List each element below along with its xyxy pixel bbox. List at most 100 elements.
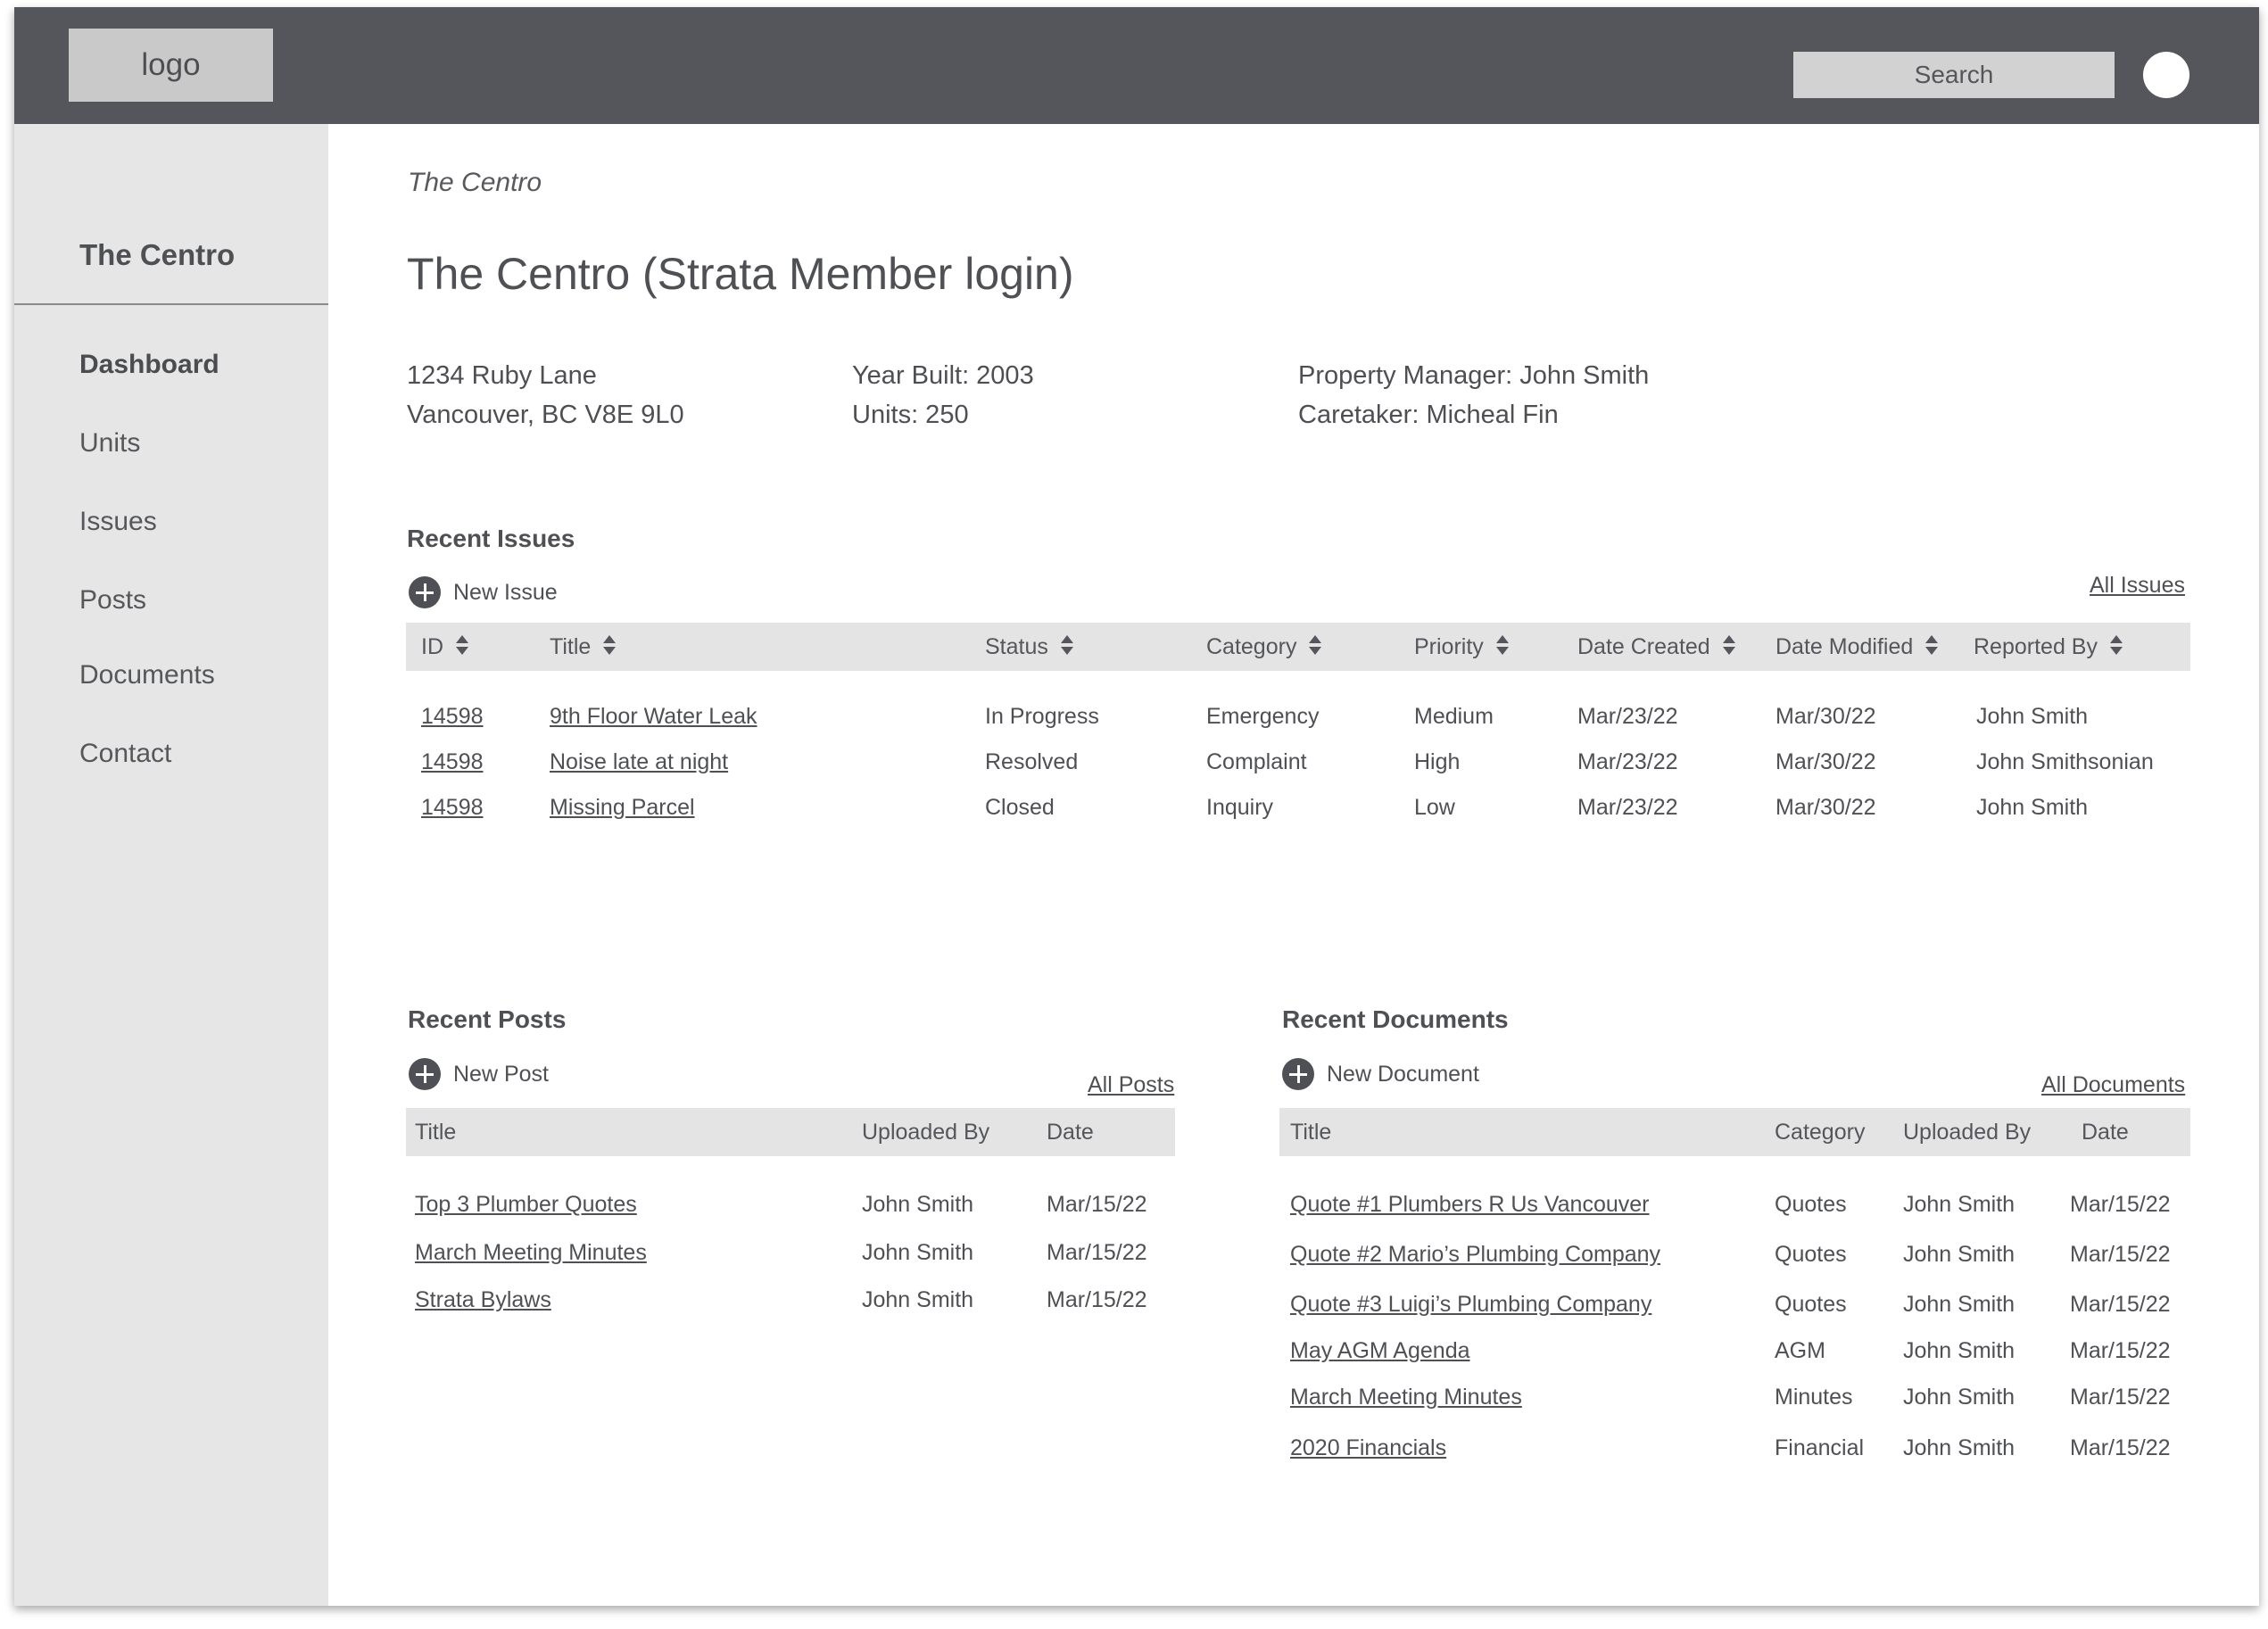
- post-cell-date: Mar/15/22: [1047, 1192, 1147, 1217]
- all-posts-link[interactable]: All Posts: [1088, 1072, 1174, 1098]
- document-cell-date: Mar/15/22: [2070, 1192, 2171, 1217]
- issues-col-date-modified[interactable]: Date Modified: [1775, 623, 1939, 671]
- sidebar-divider: [14, 303, 328, 305]
- issue-cell-reported-by: John Smithsonian: [1976, 749, 2154, 774]
- post-cell-title[interactable]: Strata Bylaws: [415, 1287, 551, 1313]
- document-cell-category: AGM: [1775, 1338, 1825, 1363]
- issue-cell-title[interactable]: Noise late at night: [550, 749, 728, 775]
- sidebar-item-dashboard[interactable]: Dashboard: [79, 350, 219, 380]
- property-stats: Year Built: 2003 Units: 250: [852, 356, 1034, 434]
- document-cell-uploaded-by: John Smith: [1903, 1192, 2016, 1217]
- caretaker: Caretaker: Micheal Fin: [1298, 401, 1559, 429]
- issue-cell-title[interactable]: 9th Floor Water Leak: [550, 704, 757, 730]
- avatar[interactable]: [2143, 52, 2189, 98]
- all-issues-link[interactable]: All Issues: [2090, 573, 2185, 599]
- document-cell-category: Quotes: [1775, 1192, 1847, 1217]
- document-cell-date: Mar/15/22: [2070, 1385, 2171, 1410]
- post-cell-date: Mar/15/22: [1047, 1287, 1147, 1312]
- issue-cell-date-modified: Mar/30/22: [1775, 749, 1876, 774]
- issues-col-date-created[interactable]: Date Created: [1577, 623, 1735, 671]
- top-bar: logo Search: [14, 7, 2259, 124]
- post-cell-title[interactable]: March Meeting Minutes: [415, 1240, 647, 1266]
- document-cell-uploaded-by: John Smith: [1903, 1242, 2016, 1267]
- new-document-button[interactable]: New Document: [1282, 1058, 1479, 1090]
- document-cell-title[interactable]: Quote #2 Mario’s Plumbing Company: [1290, 1242, 1660, 1268]
- issue-cell-id[interactable]: 14598: [421, 749, 484, 775]
- sidebar-item-units[interactable]: Units: [79, 428, 140, 459]
- issues-col-id[interactable]: ID: [421, 623, 468, 671]
- issue-cell-id[interactable]: 14598: [421, 704, 484, 730]
- issues-table-header: ID Title Status Category Priority Date C…: [406, 623, 2190, 671]
- sidebar-title: The Centro: [79, 238, 236, 271]
- new-post-button[interactable]: New Post: [409, 1058, 549, 1090]
- sort-icon: [1722, 635, 1735, 657]
- issue-cell-date-modified: Mar/30/22: [1775, 795, 1876, 820]
- document-cell-uploaded-by: John Smith: [1903, 1338, 2016, 1363]
- document-cell-date: Mar/15/22: [2070, 1435, 2171, 1460]
- issue-cell-reported-by: John Smith: [1976, 704, 2089, 729]
- issues-col-reported-by[interactable]: Reported By: [1974, 623, 2123, 671]
- issue-cell-category: Emergency: [1206, 704, 1320, 729]
- document-cell-date: Mar/15/22: [2070, 1292, 2171, 1317]
- issue-cell-category: Inquiry: [1206, 795, 1274, 820]
- document-cell-date: Mar/15/22: [2070, 1242, 2171, 1267]
- sort-icon: [603, 635, 617, 657]
- issue-cell-status: Resolved: [985, 749, 1079, 774]
- sort-icon: [2109, 635, 2123, 657]
- issue-cell-date-created: Mar/23/22: [1577, 749, 1678, 774]
- recent-documents-title: Recent Documents: [1282, 1005, 1509, 1033]
- issues-col-title[interactable]: Title: [550, 623, 617, 671]
- issue-cell-id[interactable]: 14598: [421, 795, 484, 821]
- plus-circle-icon: [1282, 1058, 1314, 1090]
- document-cell-uploaded-by: John Smith: [1903, 1435, 2016, 1460]
- document-cell-title[interactable]: 2020 Financials: [1290, 1435, 1446, 1461]
- property-manager: Property Manager: John Smith: [1298, 361, 1650, 390]
- sidebar-item-documents[interactable]: Documents: [79, 660, 215, 690]
- documents-col-title: Title: [1290, 1120, 1332, 1145]
- post-cell-uploaded-by: John Smith: [862, 1287, 974, 1312]
- documents-col-category: Category: [1775, 1120, 1866, 1145]
- posts-col-date: Date: [1047, 1120, 1094, 1145]
- document-cell-title[interactable]: May AGM Agenda: [1290, 1338, 1470, 1364]
- document-cell-title[interactable]: Quote #1 Plumbers R Us Vancouver: [1290, 1192, 1650, 1218]
- issue-cell-category: Complaint: [1206, 749, 1307, 774]
- posts-col-uploaded-by: Uploaded By: [862, 1120, 990, 1145]
- plus-circle-icon: [409, 1058, 441, 1090]
- issue-cell-date-created: Mar/23/22: [1577, 795, 1678, 820]
- page-title: The Centro (Strata Member login): [407, 249, 1074, 299]
- property-staff: Property Manager: John Smith Caretaker: …: [1298, 356, 1649, 434]
- breadcrumb[interactable]: The Centro: [408, 168, 542, 198]
- sidebar-item-issues[interactable]: Issues: [79, 507, 157, 537]
- plus-circle-icon: [409, 576, 441, 608]
- sidebar-item-contact[interactable]: Contact: [79, 739, 171, 769]
- unit-count: Units: 250: [852, 401, 969, 429]
- all-documents-link[interactable]: All Documents: [2041, 1072, 2185, 1098]
- new-post-label: New Post: [453, 1061, 549, 1087]
- issue-cell-title[interactable]: Missing Parcel: [550, 795, 695, 821]
- posts-col-title: Title: [415, 1120, 457, 1145]
- document-cell-title[interactable]: Quote #3 Luigi’s Plumbing Company: [1290, 1292, 1651, 1318]
- address-line-2: Vancouver, BC V8E 9L0: [407, 401, 684, 429]
- search-input[interactable]: Search: [1793, 52, 2115, 98]
- new-issue-label: New Issue: [453, 579, 558, 605]
- issues-col-category[interactable]: Category: [1206, 623, 1322, 671]
- sort-icon: [1925, 635, 1939, 657]
- document-cell-uploaded-by: John Smith: [1903, 1292, 2016, 1317]
- issue-cell-reported-by: John Smith: [1976, 795, 2089, 820]
- post-cell-title[interactable]: Top 3 Plumber Quotes: [415, 1192, 637, 1218]
- document-cell-title[interactable]: March Meeting Minutes: [1290, 1385, 1522, 1410]
- issue-cell-date-created: Mar/23/22: [1577, 704, 1678, 729]
- sidebar-item-posts[interactable]: Posts: [79, 585, 146, 616]
- sort-icon: [1309, 635, 1322, 657]
- year-built: Year Built: 2003: [852, 361, 1034, 390]
- new-issue-button[interactable]: New Issue: [409, 576, 558, 608]
- issue-cell-priority: Medium: [1414, 704, 1494, 729]
- issue-cell-priority: Low: [1414, 795, 1455, 820]
- logo[interactable]: logo: [69, 29, 273, 102]
- sort-icon: [1495, 635, 1509, 657]
- issues-col-priority[interactable]: Priority: [1414, 623, 1509, 671]
- recent-issues-title: Recent Issues: [407, 525, 575, 552]
- property-address: 1234 Ruby Lane Vancouver, BC V8E 9L0: [407, 356, 684, 434]
- issues-col-status[interactable]: Status: [985, 623, 1073, 671]
- issue-cell-status: In Progress: [985, 704, 1099, 729]
